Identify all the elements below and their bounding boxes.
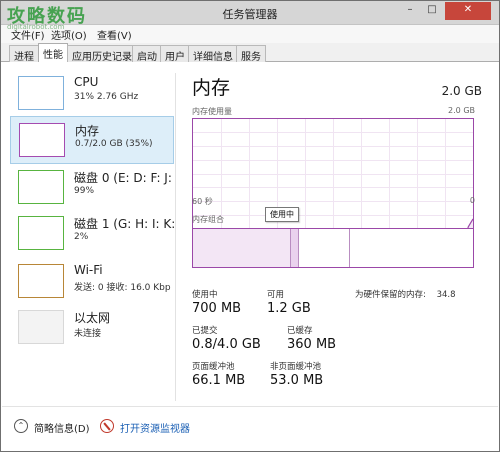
resource-name: 内存 [75, 124, 100, 138]
stat-reserved: 为硬件保留的内存: 34.8 [355, 288, 456, 300]
watermark-url: digitalrobot.com [7, 23, 65, 31]
close-button[interactable]: ✕ [445, 2, 491, 20]
resource-monitor-icon[interactable] [100, 419, 114, 433]
stat-nonpaged-pool: 非页面缓冲池 53.0 MB [270, 360, 323, 388]
time-axis-right: 0 [469, 196, 475, 205]
stat-value: 1.2 GB [267, 301, 311, 316]
usage-graph-label: 内存使用量 [192, 107, 232, 116]
stat-in-use: 使用中 700 MB [192, 288, 241, 316]
resource-detail: 0.7/2.0 GB (35%) [75, 139, 153, 149]
resource-detail: 2% [74, 232, 89, 242]
usage-graph-max: 2.0 GB [448, 106, 475, 115]
panel-divider [175, 73, 176, 401]
tab-users[interactable]: 用户 [160, 45, 190, 63]
tooltip: 使用中 [265, 207, 299, 222]
stat-cached: 已缓存 360 MB [287, 324, 336, 352]
resource-item-disk-0[interactable]: 磁盘 0 (E: D: F: J: 99% [10, 164, 174, 212]
resource-name: Wi-Fi [74, 263, 103, 277]
resource-name: 磁盘 0 (E: D: F: J: [74, 171, 172, 185]
stat-value: 34.8 [436, 290, 456, 300]
minimize-button[interactable]: – [399, 2, 421, 20]
resource-detail: 99% [74, 186, 95, 196]
open-resource-monitor-link[interactable]: 打开资源监视器 [120, 420, 190, 435]
composition-label: 内存组合 [192, 215, 224, 224]
stat-value: 700 MB [192, 301, 242, 316]
stat-label: 使用中 [192, 290, 218, 300]
stat-value: 66.1 MB [192, 373, 246, 388]
resource-detail: 未连接 [74, 329, 102, 339]
stat-label: 已缓存 [287, 326, 313, 336]
tab-bar: 进程 性能 应用历史记录 启动 用户 详细信息 服务 [1, 43, 499, 63]
stat-label: 已提交 [192, 326, 218, 336]
disk-graph-thumbnail [18, 216, 64, 250]
stat-paged-pool: 页面缓冲池 66.1 MB [192, 360, 245, 388]
stat-label: 为硬件保留的内存: [355, 290, 426, 300]
cpu-graph-thumbnail [18, 76, 64, 110]
resource-name: CPU [74, 75, 99, 89]
stat-committed: 已提交 0.8/4.0 GB [192, 324, 261, 352]
tab-performance[interactable]: 性能 [38, 43, 68, 63]
tab-app-history[interactable]: 应用历史记录 [67, 45, 137, 63]
memory-composition-bar[interactable] [192, 228, 474, 268]
maximize-button[interactable]: □ [421, 2, 443, 20]
fewer-details-button[interactable]: 简略信息(D) [34, 420, 90, 435]
ethernet-graph-thumbnail [18, 310, 64, 344]
stat-available: 可用 1.2 GB [267, 288, 311, 316]
stat-value: 53.0 MB [270, 373, 324, 388]
resource-item-wifi[interactable]: Wi-Fi 发送: 0 接收: 16.0 Kbp [10, 258, 174, 306]
resource-name: 磁盘 1 (G: H: I: K: [74, 217, 176, 231]
composition-standby[interactable] [299, 229, 350, 267]
resource-item-disk-1[interactable]: 磁盘 1 (G: H: I: K: 2% [10, 210, 176, 258]
total-memory: 2.0 GB [441, 84, 482, 98]
chevron-up-icon[interactable]: ⌃ [14, 419, 28, 433]
resource-item-ethernet[interactable]: 以太网 未连接 [10, 304, 174, 352]
resource-detail: 31% 2.76 GHz [74, 92, 139, 102]
menu-view[interactable]: 查看(V) [97, 27, 132, 42]
stat-value: 0.8/4.0 GB [192, 337, 261, 352]
tab-processes[interactable]: 进程 [9, 45, 39, 63]
resource-name: 以太网 [74, 311, 111, 325]
resource-item-cpu[interactable]: CPU 31% 2.76 GHz [10, 70, 174, 118]
page-title: 内存 [192, 77, 231, 99]
footer-bar: ⌃ 简略信息(D) 打开资源监视器 [2, 406, 498, 450]
tab-services[interactable]: 服务 [236, 45, 266, 63]
stat-label: 可用 [267, 290, 285, 300]
time-axis-left: 60 秒 [192, 197, 213, 206]
stat-label: 页面缓冲池 [192, 362, 235, 372]
resource-detail: 发送: 0 接收: 16.0 Kbp [74, 283, 171, 293]
resource-item-memory[interactable]: 内存 0.7/2.0 GB (35%) [10, 116, 174, 164]
network-graph-thumbnail [18, 264, 64, 298]
resource-list: CPU 31% 2.76 GHz 内存 0.7/2.0 GB (35%) 磁盘 … [2, 62, 176, 402]
memory-graph-thumbnail [19, 123, 65, 157]
stat-label: 非页面缓冲池 [270, 362, 322, 372]
memory-detail-panel: 内存 2.0 GB 内存使用量 2.0 GB 60 秒 0 内存组合 使用中 使… [177, 62, 497, 402]
tab-details[interactable]: 详细信息 [188, 45, 238, 63]
tab-startup[interactable]: 启动 [132, 45, 162, 63]
composition-in-use[interactable] [193, 229, 291, 267]
task-manager-window: 任务管理器 – □ ✕ 文件(F) 选项(O) 查看(V) 攻略数码 digit… [0, 0, 500, 452]
composition-modified[interactable] [291, 229, 300, 267]
stat-value: 360 MB [287, 337, 337, 352]
disk-graph-thumbnail [18, 170, 64, 204]
